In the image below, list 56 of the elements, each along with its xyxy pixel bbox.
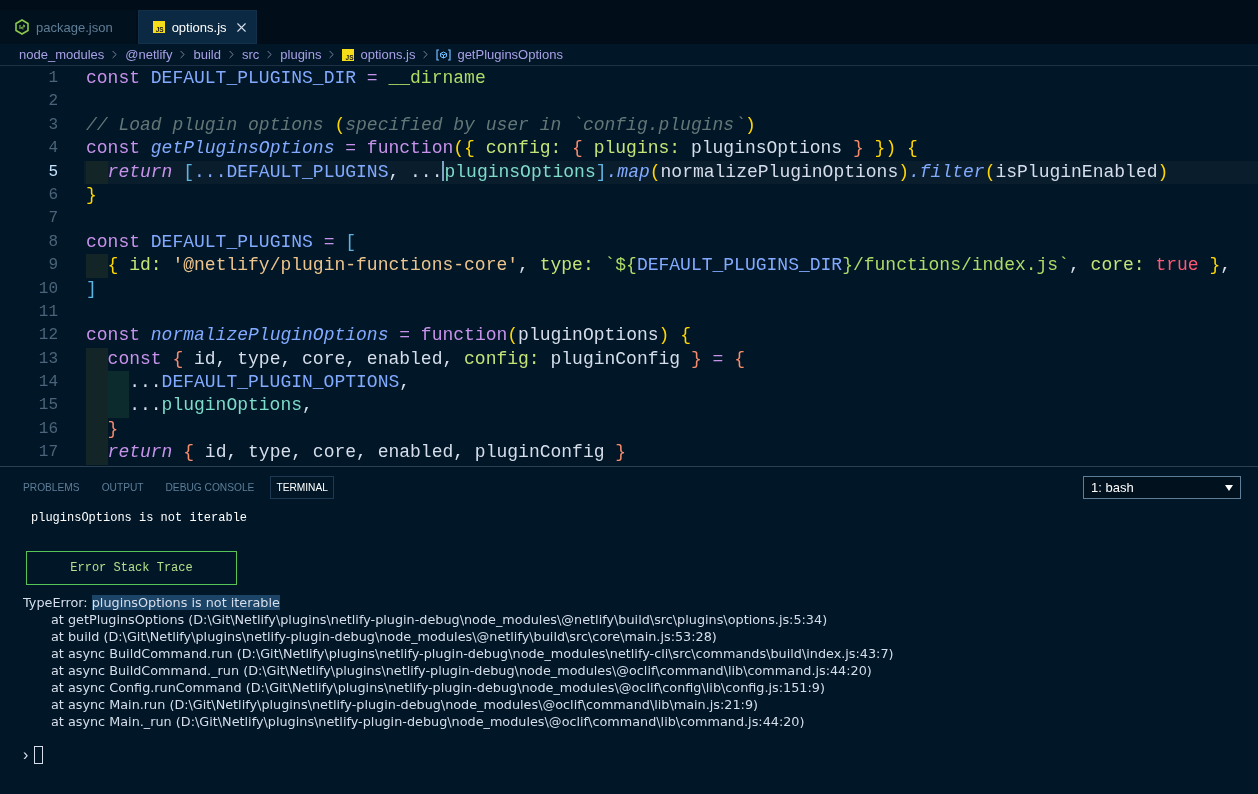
line-number: 4	[48, 138, 58, 160]
stack-trace-line: at getPluginsOptions (D:\Git\Netlify\plugins\netlify-plugin-debug\node_modules\@netlify\build\src\plugins\options.js:5:34)	[50, 610, 828, 628]
line-number: 8	[48, 231, 58, 253]
line-number: 6	[48, 184, 58, 206]
stack-trace-line: at async Config.runCommand (D:\Git\Netlify\plugins\netlify-plugin-debug\node_modules\@oclif\config\lib\config.js:151:9)	[50, 678, 825, 696]
line-number: 15	[38, 395, 58, 417]
hexagon-icon	[15, 19, 29, 35]
line-number: 2	[48, 91, 58, 113]
line-number: 14	[38, 372, 58, 394]
code-line: ...pluginOptions,	[84, 394, 1258, 418]
line-number: 5	[48, 161, 58, 183]
line-number: 11	[38, 301, 58, 323]
code-line: ]	[85, 277, 98, 301]
error-line: TypeError: pluginsOptions is not iterable	[23, 593, 280, 611]
code-line: }	[84, 417, 1258, 442]
breadcrumb-item[interactable]: src	[241, 47, 260, 62]
line-number: 9	[48, 255, 58, 277]
panel-tab[interactable]: PROBLEMS	[17, 476, 86, 500]
line-number: 1	[48, 68, 58, 89]
terminal-select[interactable]: 1: bash	[1083, 476, 1241, 500]
stack-trace-line: at async Main.run (D:\Git\Netlify\plugins\netlify-plugin-debug\node_modules\@oclif\command\lib\main.js:21:9)	[50, 695, 759, 713]
caret-down-icon	[1225, 484, 1233, 491]
breadcrumb-item[interactable]: plugins	[280, 47, 322, 62]
line-number: 17	[38, 442, 58, 464]
error-message: pluginsOptions is not iterable	[31, 509, 248, 527]
variable-symbol-icon	[436, 48, 452, 61]
stack-trace-line: at build (D:\Git\Netlify\plugins\netlify-plugin-debug\node_modules\@netlify\build\src\core\main.js:53:28)	[50, 627, 717, 645]
code-line: const getPluginsOptions = function({ config: { plugins: pluginsOptions } }) {	[85, 137, 919, 161]
stack-trace-line: at async BuildCommand._run (D:\Git\Netlify\plugins\netlify-plugin-debug\node_modules\@oclif\command\lib\command.js:44:20)	[50, 661, 872, 679]
breadcrumb-item[interactable]: getPluginsOptions	[436, 47, 563, 62]
error-stack-trace-button[interactable]: Error Stack Trace	[26, 550, 237, 585]
line-number: 3	[48, 114, 58, 136]
line-number: 7	[48, 208, 58, 230]
code-line: const DEFAULT_PLUGINS_DIR = __dirname	[85, 67, 487, 90]
code-line: const normalizePluginOptions = function(pluginOptions) {	[85, 324, 692, 348]
panel-tab[interactable]: TERMINAL	[270, 476, 334, 500]
code-line: const { id, type, core, enabled, config: pluginConfig } = {	[84, 347, 1258, 372]
line-number: 12	[38, 325, 58, 347]
line-number: 10	[38, 278, 58, 300]
line-number: 13	[38, 348, 58, 370]
line-number: 16	[38, 418, 58, 440]
stack-trace-line: at async Main._run (D:\Git\Netlify\plugins\netlify-plugin-debug\node_modules\@oclif\command\lib\command.js:44:20)	[50, 712, 805, 730]
breadcrumb-item[interactable]: @netlify	[125, 47, 173, 62]
code-line: const DEFAULT_PLUGINS = [	[85, 230, 358, 254]
code-line: ...DEFAULT_PLUGIN_OPTIONS,	[84, 371, 1258, 395]
code-line: return { id, type, core, enabled, pluginConfig }	[84, 441, 1258, 465]
panel-tab[interactable]: DEBUG CONSOLE	[159, 476, 261, 500]
code-line: { id: '@netlify/plugin-functions-core', type: `${DEFAULT_PLUGINS_DIR}/functions/index.js`, core: true },	[84, 254, 1258, 278]
stack-trace-line: at async BuildCommand.run (D:\Git\Netlify\plugins\netlify-plugin-debug\node_modules\netlify-cli\src\commands\build\index.js:43:7)	[50, 644, 894, 662]
code-line: }	[85, 183, 98, 207]
panel-tab[interactable]: OUTPUT	[95, 476, 150, 500]
prompt-symbol: ›	[23, 745, 29, 764]
breadcrumb-item[interactable]: node_modules	[19, 47, 105, 62]
code-line: // Load plugin options (specified by user in `config.plugins`)	[85, 113, 757, 137]
breadcrumb-item[interactable]: build	[193, 47, 221, 62]
block-cursor-icon	[34, 745, 44, 764]
